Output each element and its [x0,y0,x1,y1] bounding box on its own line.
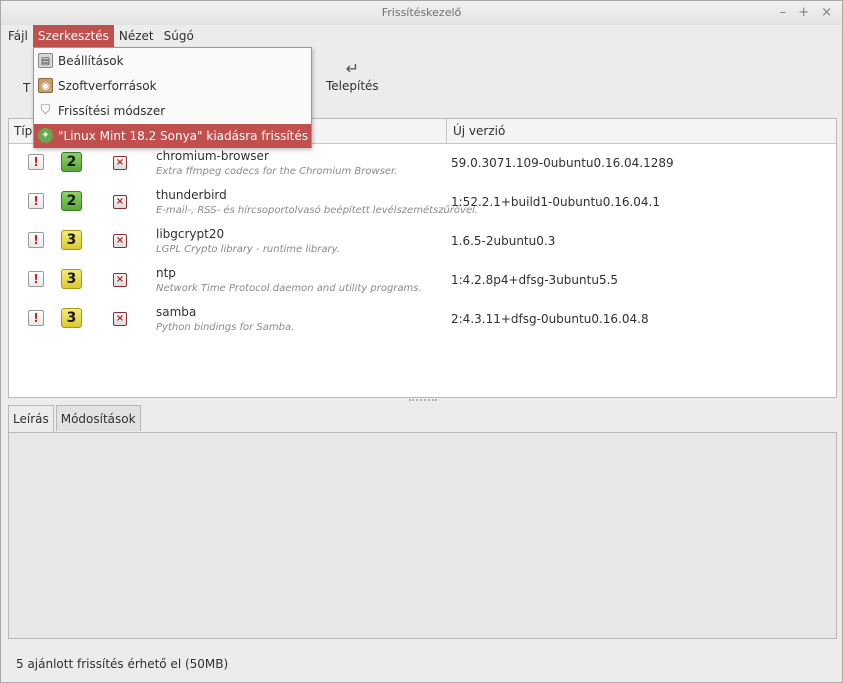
security-warning-icon: ! [28,271,44,287]
maximize-button[interactable]: + [798,1,809,25]
package-name: libgcrypt20 [156,227,225,241]
package-version: 1:52.2.1+build1-0ubuntu0.16.04.1 [451,195,661,209]
menu-item-label: Szoftverforrások [58,79,157,93]
checkbox-unchecked-icon[interactable]: × [113,156,127,170]
menu-help[interactable]: Súgó [159,25,199,47]
table-row[interactable]: ! 2 × chromium-browser Extra ffmpeg code… [9,144,836,183]
package-version: 2:4.3.11+dfsg-0ubuntu0.16.04.8 [451,312,649,326]
security-warning-icon: ! [28,193,44,209]
package-description: Network Time Protocol daemon and utility… [156,283,422,294]
install-label: Telepítés [326,79,379,93]
shield-icon: ⛉ [40,103,51,118]
checkbox-unchecked-icon[interactable]: × [113,312,127,326]
package-version: 1:4.2.8p4+dfsg-3ubuntu5.5 [451,273,619,287]
header-type[interactable]: Típ [14,119,32,144]
menu-file[interactable]: Fájl [3,25,33,47]
menu-item-label: Frissítési módszer [58,104,166,118]
menu-item-upgrade-release[interactable]: ✦ "Linux Mint 18.2 Sonya" kiadásra friss… [34,124,311,148]
package-version: 1.6.5-2ubuntu0.3 [451,234,556,248]
menu-item-settings[interactable]: ▤ Beállítások [34,49,311,73]
package-version: 59.0.3071.109-0ubuntu0.16.04.1289 [451,156,674,170]
tab-description[interactable]: Leírás [8,405,54,433]
package-name: chromium-browser [156,149,269,163]
install-button[interactable]: ↵ Telepítés [326,59,379,93]
software-sources-icon: ◉ [38,78,53,93]
window-title: Frissítéskezelő [381,6,462,19]
update-level-badge: 3 [61,269,82,289]
menu-item-update-policy[interactable]: ⛉ Frissítési módszer [34,99,311,123]
header-new-version[interactable]: Új verzió [453,119,505,144]
security-warning-icon: ! [28,232,44,248]
update-manager-window: Frissítéskezelő – + × Fájl Szerkesztés N… [0,0,843,683]
menu-bar: Fájl Szerkesztés Nézet Súgó [1,25,842,47]
update-level-badge: 2 [61,152,82,172]
title-bar: Frissítéskezelő – + × [1,1,842,25]
update-level-badge: 2 [61,191,82,211]
update-level-badge: 3 [61,308,82,328]
details-tabs: Leírás Módosítások [8,405,143,433]
table-row[interactable]: ! 3 × samba Python bindings for Samba. 2… [9,300,836,339]
edit-menu-dropdown: ▤ Beállítások ◉ Szoftverforrások ⛉ Friss… [33,47,312,148]
toolbar-partial-label[interactable]: T [23,81,30,95]
update-level-badge: 3 [61,230,82,250]
tab-changes[interactable]: Módosítások [55,405,141,431]
package-name: thunderbird [156,188,227,202]
security-warning-icon: ! [28,154,44,170]
checkbox-unchecked-icon[interactable]: × [113,234,127,248]
install-icon: ↵ [345,59,360,78]
close-button[interactable]: × [821,1,832,25]
menu-item-software-sources[interactable]: ◉ Szoftverforrások [34,74,311,98]
minimize-button[interactable]: – [780,1,787,25]
pane-resize-handle[interactable] [409,399,437,402]
updates-list[interactable]: Típ Új verzió ! 2 × chromium-browser Ext… [8,118,837,398]
table-row[interactable]: ! 3 × libgcrypt20 LGPL Crypto library - … [9,222,836,261]
details-panel [8,432,837,639]
security-warning-icon: ! [28,310,44,326]
menu-item-label: Beállítások [58,54,124,68]
settings-icon: ▤ [38,53,53,68]
package-name: samba [156,305,197,319]
package-name: ntp [156,266,176,280]
checkbox-unchecked-icon[interactable]: × [113,273,127,287]
menu-edit[interactable]: Szerkesztés [32,25,114,47]
package-description: LGPL Crypto library - runtime library. [156,244,340,255]
menu-view[interactable]: Nézet [114,25,159,47]
mint-upgrade-icon: ✦ [38,128,53,143]
table-row[interactable]: ! 3 × ntp Network Time Protocol daemon a… [9,261,836,300]
status-text: 5 ajánlott frissítés érhető el (50MB) [16,657,229,671]
package-description: Extra ffmpeg codecs for the Chromium Bro… [156,166,398,177]
table-row[interactable]: ! 2 × thunderbird E-mail-, RSS- és hírcs… [9,183,836,222]
package-description: Python bindings for Samba. [156,322,295,333]
package-description: E-mail-, RSS- és hírcsoportolvasó beépít… [156,205,479,216]
checkbox-unchecked-icon[interactable]: × [113,195,127,209]
menu-item-label: "Linux Mint 18.2 Sonya" kiadásra frissít… [58,129,308,143]
